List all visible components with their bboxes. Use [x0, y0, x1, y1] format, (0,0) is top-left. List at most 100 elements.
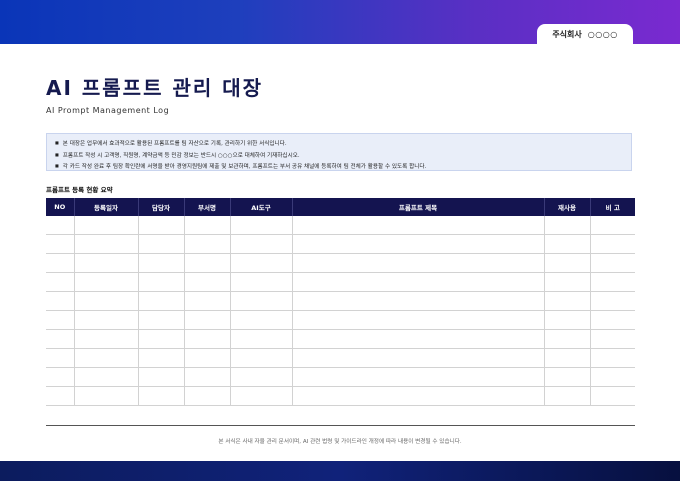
- company-tab: 주식회사 ○○○○: [537, 24, 633, 44]
- table-row: [46, 310, 635, 330]
- table-cell[interactable]: [46, 348, 75, 368]
- table-cell[interactable]: [589, 329, 635, 349]
- table-cell[interactable]: [183, 234, 231, 254]
- table-cell[interactable]: [73, 291, 139, 311]
- table-cell[interactable]: [229, 348, 293, 368]
- table-cell[interactable]: [291, 329, 545, 349]
- table-cell[interactable]: [183, 348, 231, 368]
- table-cell[interactable]: [73, 329, 139, 349]
- table-cell[interactable]: [543, 386, 591, 406]
- table-cell[interactable]: [291, 272, 545, 292]
- table-cell[interactable]: [589, 310, 635, 330]
- table-row: [46, 386, 635, 406]
- table-cell[interactable]: [589, 348, 635, 368]
- table-cell[interactable]: [46, 272, 75, 292]
- table-cell[interactable]: [229, 367, 293, 387]
- table-cell[interactable]: [229, 329, 293, 349]
- table-cell[interactable]: [73, 348, 139, 368]
- table-cell[interactable]: [73, 216, 139, 235]
- table-cell[interactable]: [229, 234, 293, 254]
- table-cell[interactable]: [229, 310, 293, 330]
- table-cell[interactable]: [229, 253, 293, 273]
- table-cell[interactable]: [543, 291, 591, 311]
- table-row: [46, 329, 635, 349]
- table-cell[interactable]: [183, 329, 231, 349]
- table-cell[interactable]: [183, 272, 231, 292]
- table-cell[interactable]: [46, 291, 75, 311]
- table-cell[interactable]: [291, 310, 545, 330]
- table-cell[interactable]: [137, 310, 185, 330]
- col-header-reuse: 재사용: [543, 198, 590, 216]
- col-header-prompt-title: 프롬프트 제목: [291, 198, 544, 216]
- table-cell[interactable]: [46, 329, 75, 349]
- table-cell[interactable]: [183, 310, 231, 330]
- table-cell[interactable]: [183, 367, 231, 387]
- table-cell[interactable]: [229, 291, 293, 311]
- table-row: [46, 272, 635, 292]
- table-cell[interactable]: [291, 253, 545, 273]
- table-cell[interactable]: [543, 253, 591, 273]
- table-header-row: NO 등록일자 담당자 부서명 AI도구 프롬프트 제목 재사용 비 고: [46, 198, 635, 216]
- table-cell[interactable]: [543, 216, 591, 235]
- col-header-date: 등록일자: [73, 198, 138, 216]
- table-cell[interactable]: [291, 234, 545, 254]
- table-cell[interactable]: [291, 386, 545, 406]
- table-cell[interactable]: [543, 310, 591, 330]
- table-cell[interactable]: [73, 234, 139, 254]
- table-cell[interactable]: [589, 386, 635, 406]
- table-cell[interactable]: [589, 234, 635, 254]
- table-cell[interactable]: [183, 291, 231, 311]
- table-cell[interactable]: [137, 386, 185, 406]
- table-cell[interactable]: [229, 386, 293, 406]
- table-cell[interactable]: [137, 216, 185, 235]
- table-cell[interactable]: [183, 216, 231, 235]
- table-cell[interactable]: [46, 310, 75, 330]
- table-cell[interactable]: [137, 329, 185, 349]
- table-cell[interactable]: [137, 291, 185, 311]
- table-cell[interactable]: [73, 367, 139, 387]
- table-cell[interactable]: [73, 253, 139, 273]
- table-cell[interactable]: [589, 291, 635, 311]
- table-row: [46, 234, 635, 254]
- table-cell[interactable]: [73, 386, 139, 406]
- table-cell[interactable]: [543, 367, 591, 387]
- table-cell[interactable]: [46, 367, 75, 387]
- col-header-department: 부서명: [183, 198, 230, 216]
- page-title: AI 프롬프트 관리 대장: [46, 76, 264, 100]
- table-cell[interactable]: [543, 272, 591, 292]
- table-cell[interactable]: [229, 272, 293, 292]
- notice-box: 본 대장은 업무에서 효과적으로 활용된 프롬프트를 팀 자산으로 기록, 관리…: [46, 133, 632, 171]
- table-cell[interactable]: [46, 216, 75, 235]
- table-cell[interactable]: [46, 234, 75, 254]
- table-cell[interactable]: [543, 234, 591, 254]
- table-cell[interactable]: [73, 272, 139, 292]
- table-row: [46, 291, 635, 311]
- company-label: 주식회사: [552, 29, 582, 39]
- table-cell[interactable]: [589, 253, 635, 273]
- table-cell[interactable]: [137, 272, 185, 292]
- table-cell[interactable]: [589, 367, 635, 387]
- prompt-log-table: NO 등록일자 담당자 부서명 AI도구 프롬프트 제목 재사용 비 고: [46, 198, 635, 406]
- table-cell[interactable]: [137, 253, 185, 273]
- table-cell[interactable]: [46, 386, 75, 406]
- table-cell[interactable]: [137, 234, 185, 254]
- table-cell[interactable]: [291, 291, 545, 311]
- table-cell[interactable]: [589, 216, 635, 235]
- table-cell[interactable]: [137, 348, 185, 368]
- notice-item: 각 카드 작성 완료 후 팀장 확인란에 서명을 받아 경영지원팀에 제출 및 …: [55, 161, 623, 173]
- table-cell[interactable]: [46, 253, 75, 273]
- table-cell[interactable]: [543, 348, 591, 368]
- table-cell[interactable]: [543, 329, 591, 349]
- table-row: [46, 367, 635, 387]
- table-cell[interactable]: [183, 253, 231, 273]
- table-cell[interactable]: [183, 386, 231, 406]
- table-cell[interactable]: [291, 367, 545, 387]
- table-row: [46, 216, 635, 235]
- table-cell[interactable]: [291, 216, 545, 235]
- table-cell[interactable]: [137, 367, 185, 387]
- table-cell[interactable]: [291, 348, 545, 368]
- table-cell[interactable]: [73, 310, 139, 330]
- table-cell[interactable]: [229, 216, 293, 235]
- section-title: 프롬프트 등록 현황 요약: [46, 186, 113, 194]
- table-cell[interactable]: [589, 272, 635, 292]
